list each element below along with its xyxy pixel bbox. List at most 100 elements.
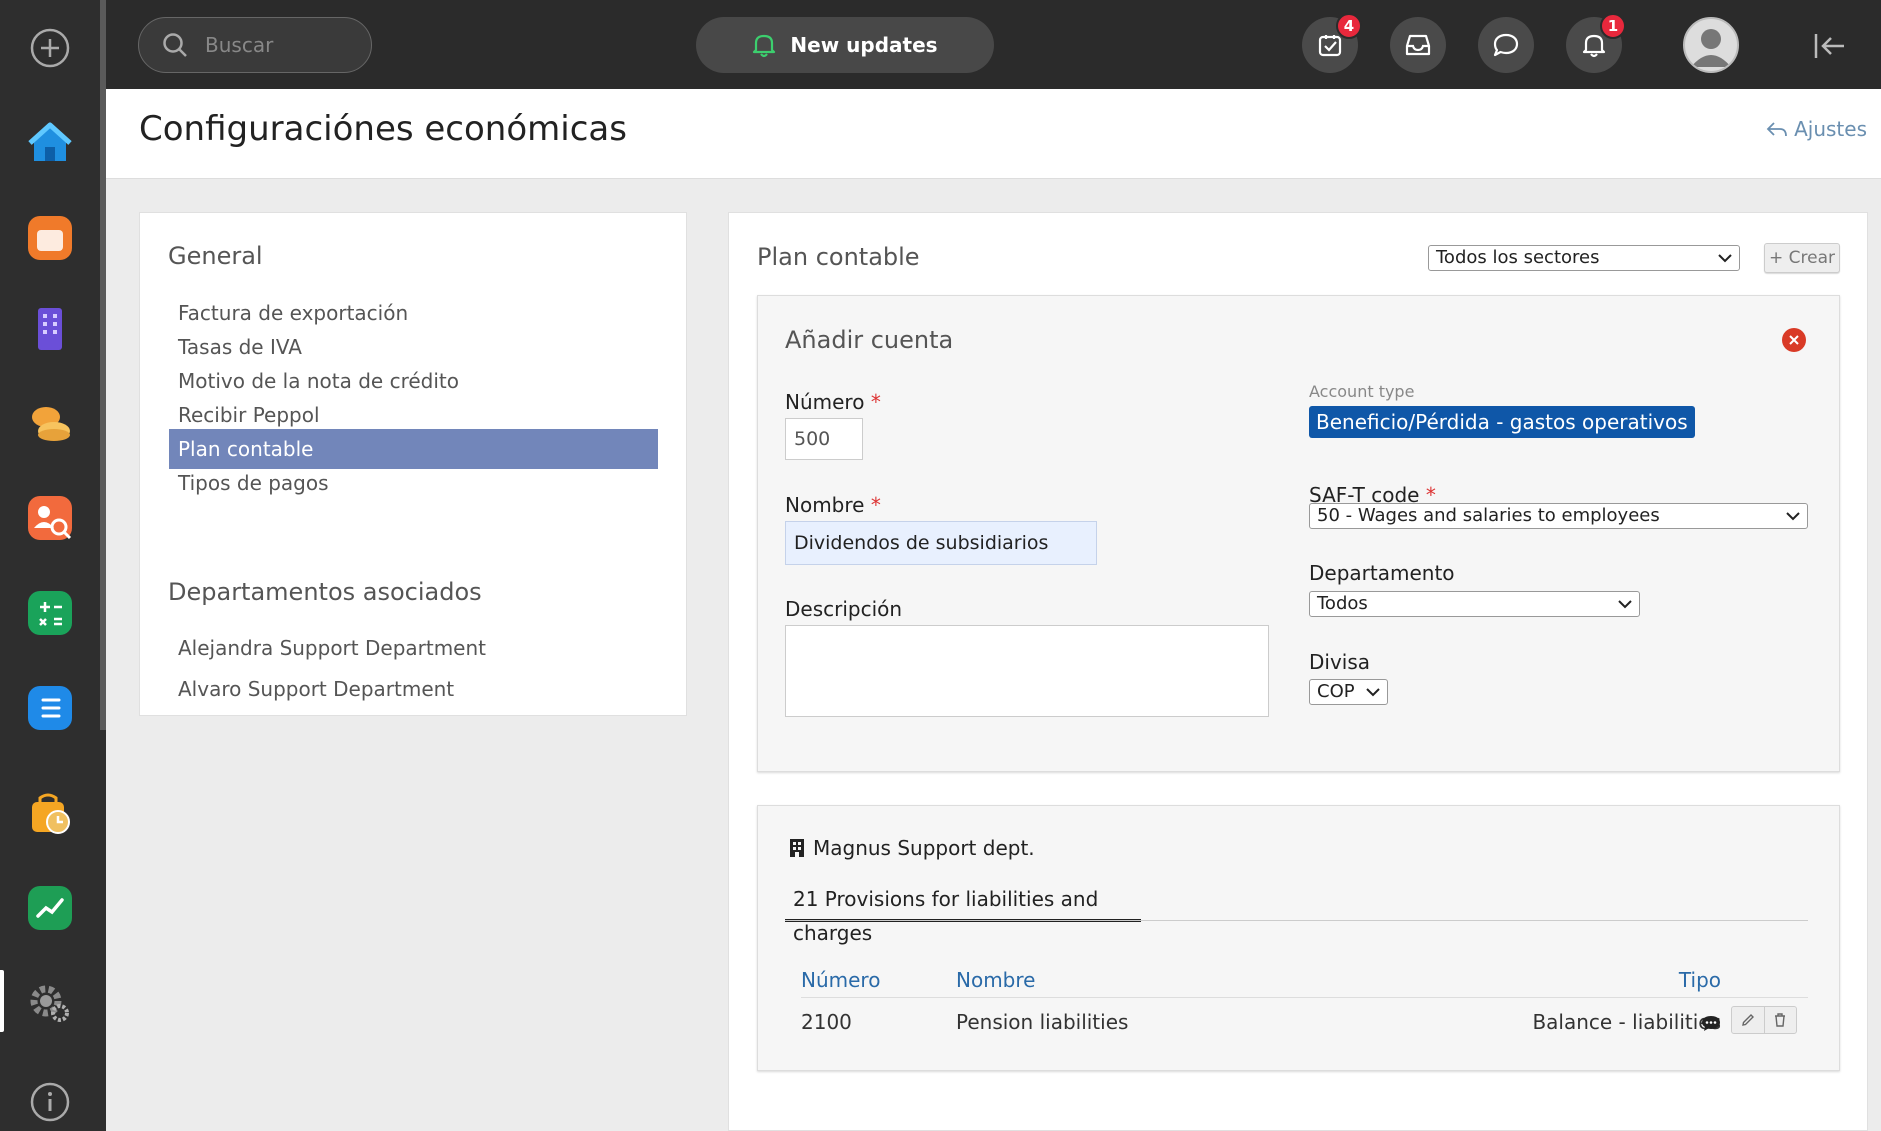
reply-arrow-icon [1766,122,1787,137]
form-title: Añadir cuenta [785,326,954,354]
sector-filter-select[interactable]: Todos los sectores [1428,245,1740,271]
saft-code-value: 50 - Wages and salaries to employees [1317,505,1660,526]
row-tipo: Balance - liabilities [1532,1010,1721,1034]
chevron-down-icon [1786,512,1800,521]
add-account-form: Añadir cuenta Número * 500 Nombre * Divi… [757,295,1840,772]
tasks-button[interactable]: 4 [1302,13,1362,73]
notifications-button[interactable]: 1 [1566,13,1626,73]
column-header-numero[interactable]: Número [801,968,880,992]
tab-divider [785,920,1808,921]
coins-icon [32,407,70,441]
descripcion-label: Descripción [785,597,903,621]
column-header-nombre[interactable]: Nombre [956,968,1035,992]
documents-app-button[interactable] [22,680,78,736]
department-name: Magnus Support dept. [813,836,1035,860]
trend-chart-icon [28,886,72,930]
info-icon [30,1082,70,1122]
chat-bubble-icon [1493,33,1519,57]
collapse-panel-button[interactable] [1806,22,1854,70]
inbox-button[interactable] [1390,17,1446,73]
analytics-app-button[interactable] [22,880,78,936]
notifications-badge: 1 [1600,13,1626,39]
tasks-badge: 4 [1336,13,1362,39]
divisa-label: Divisa [1309,650,1371,674]
create-button[interactable]: + Crear [1764,243,1840,273]
back-to-settings-link[interactable]: Ajustes [1766,117,1867,141]
nav-item-department[interactable]: Alvaro Support Department [169,669,658,709]
chevron-down-icon [1366,688,1380,697]
departamento-select[interactable]: Todos [1309,591,1640,617]
user-avatar[interactable] [1683,17,1739,73]
page-header: Configuraciónes económicas Ajustes [106,89,1881,179]
bell-icon [753,34,776,58]
rail-active-indicator [0,970,4,1032]
building-icon [38,308,62,350]
new-updates-button[interactable]: New updates [696,17,994,73]
panel-title: Plan contable [757,243,920,271]
clock-bag-icon [32,793,70,834]
new-updates-label: New updates [790,33,938,57]
gear-icon [30,985,69,1022]
contact-search-app-button[interactable] [22,490,78,546]
row-numero: 2100 [801,1010,852,1034]
nombre-label: Nombre * [785,493,881,517]
general-section-title: General [168,242,263,270]
divisa-select[interactable]: COP [1309,679,1388,705]
row-actions [1731,1006,1797,1034]
descripcion-textarea[interactable] [785,625,1269,717]
department-heading: Magnus Support dept. [789,836,1035,860]
plus-circle-icon [30,28,70,68]
row-nombre: Pension liabilities [956,1010,1129,1034]
numero-input[interactable]: 500 [785,418,863,460]
plan-contable-panel: Plan contable Todos los sectores + Crear… [728,212,1868,1131]
accounts-list-card: Magnus Support dept. 21 Provisions for l… [757,805,1840,1071]
search-input[interactable]: Buscar [205,33,273,57]
account-type-selector[interactable]: Beneficio/Pérdida - gastos operativos [1309,406,1695,438]
add-app-button[interactable] [22,20,78,76]
chat-button[interactable] [1478,17,1534,73]
app-rail [0,0,106,1131]
account-type-label: Account type [1309,382,1415,401]
divisa-value: COP [1317,681,1355,702]
nav-item-tipos-pagos[interactable]: Tipos de pagos [169,463,658,503]
top-bar: Buscar New updates 4 1 [106,0,1881,89]
settings-nav-panel: General Factura de exportación Tasas de … [139,212,687,716]
page-title: Configuraciónes económicas [139,109,627,149]
info-button[interactable] [22,1074,78,1130]
trash-icon [1775,1013,1786,1027]
document-list-icon [28,686,72,730]
search-box[interactable]: Buscar [138,17,372,73]
inbox-icon [1405,34,1431,56]
comment-button[interactable] [1701,1014,1721,1036]
departments-section-title: Departamentos asociados [168,578,482,606]
coins-app-button[interactable] [22,395,78,451]
numero-label: Número * [785,390,881,414]
chevron-down-icon [1718,254,1732,263]
departamento-label: Departamento [1309,561,1455,585]
settings-app-button[interactable] [22,975,78,1031]
column-header-tipo[interactable]: Tipo [1601,968,1721,992]
saft-code-select[interactable]: 50 - Wages and salaries to employees [1309,503,1808,529]
header-divider [801,997,1808,998]
edit-button[interactable] [1732,1007,1764,1033]
pencil-icon [1741,1014,1754,1026]
nav-item-department[interactable]: Alejandra Support Department [169,628,658,668]
tab-account-group[interactable]: 21 Provisions for liabilities and charge… [785,882,1141,945]
delete-button[interactable] [1763,1007,1797,1033]
comment-icon [1702,1016,1720,1031]
timesheet-app-button[interactable] [22,786,78,842]
search-icon [163,33,187,57]
spreadsheet-app-button[interactable] [22,585,78,641]
close-icon [1789,335,1799,345]
close-form-button[interactable] [1782,328,1806,352]
sector-filter-value: Todos los sectores [1436,247,1600,268]
chevron-down-icon [1618,600,1632,609]
calculator-icon [28,591,72,635]
buildings-app-button[interactable] [22,300,78,356]
calendar-app-button[interactable] [22,210,78,266]
home-app-button[interactable] [22,115,78,171]
nombre-input[interactable]: Dividendos de subsidiarios [785,521,1097,565]
building-icon [790,839,804,857]
bell-icon [1582,34,1606,58]
back-to-settings-label: Ajustes [1794,117,1867,141]
